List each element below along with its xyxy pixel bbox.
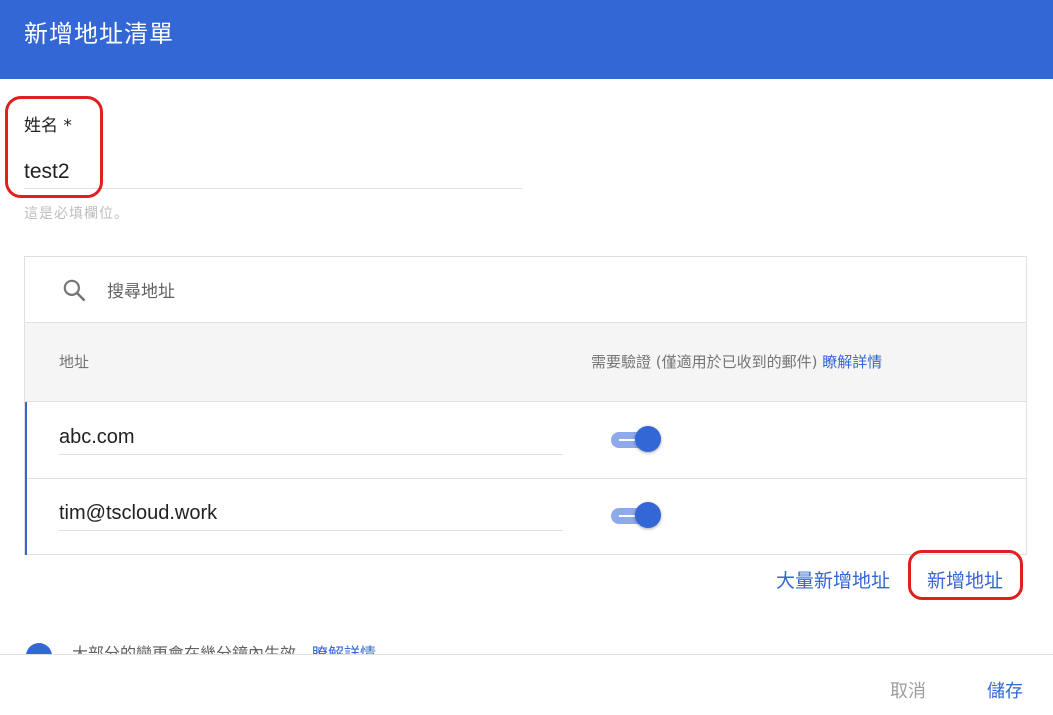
address-value[interactable]: abc.com	[59, 426, 563, 455]
table-header: 地址 需要驗證 (僅適用於已收到的郵件) 瞭解詳情	[25, 322, 1026, 402]
search-icon	[63, 279, 86, 302]
search-input[interactable]	[107, 279, 707, 305]
name-helper-text: 這是必填欄位。	[24, 206, 129, 222]
column-header-address: 地址	[59, 353, 90, 371]
search-row	[25, 257, 1026, 322]
save-button[interactable]: 儲存	[987, 677, 1023, 703]
address-table: 地址 需要驗證 (僅適用於已收到的郵件) 瞭解詳情 abc.com tim@ts…	[24, 256, 1027, 555]
address-value[interactable]: tim@tscloud.work	[59, 502, 563, 531]
info-row: 大部分的變更會在幾分鐘內生效。瞭解詳情	[26, 640, 626, 654]
cancel-button[interactable]: 取消	[890, 677, 926, 703]
column-header-verify-text: 需要驗證 (僅適用於已收到的郵件)	[591, 353, 818, 371]
info-icon	[26, 643, 52, 654]
verify-toggle[interactable]	[611, 426, 663, 454]
annotation-highlight-name	[5, 96, 103, 198]
dialog-title: 新增地址清單	[24, 20, 174, 48]
bulk-add-address-button[interactable]: 大量新增地址	[776, 566, 890, 593]
dialog-header: 新增地址清單	[0, 0, 1053, 79]
table-row: abc.com	[25, 402, 1026, 479]
toggle-knob	[635, 426, 661, 452]
verify-learn-more-link[interactable]: 瞭解詳情	[822, 353, 882, 371]
column-header-verify: 需要驗證 (僅適用於已收到的郵件) 瞭解詳情	[591, 351, 882, 372]
info-learn-more-link[interactable]: 瞭解詳情	[312, 644, 376, 654]
toggle-knob	[635, 502, 661, 528]
info-text: 大部分的變更會在幾分鐘內生效。瞭解詳情	[72, 640, 376, 654]
toggle-on-icon	[619, 439, 635, 441]
toggle-on-icon	[619, 515, 635, 517]
verify-toggle[interactable]	[611, 502, 663, 530]
table-row: tim@tscloud.work	[25, 478, 1026, 555]
dialog-footer: 取消 儲存	[0, 654, 1053, 715]
annotation-highlight-add	[908, 550, 1023, 600]
info-message: 大部分的變更會在幾分鐘內生效。	[72, 644, 313, 654]
